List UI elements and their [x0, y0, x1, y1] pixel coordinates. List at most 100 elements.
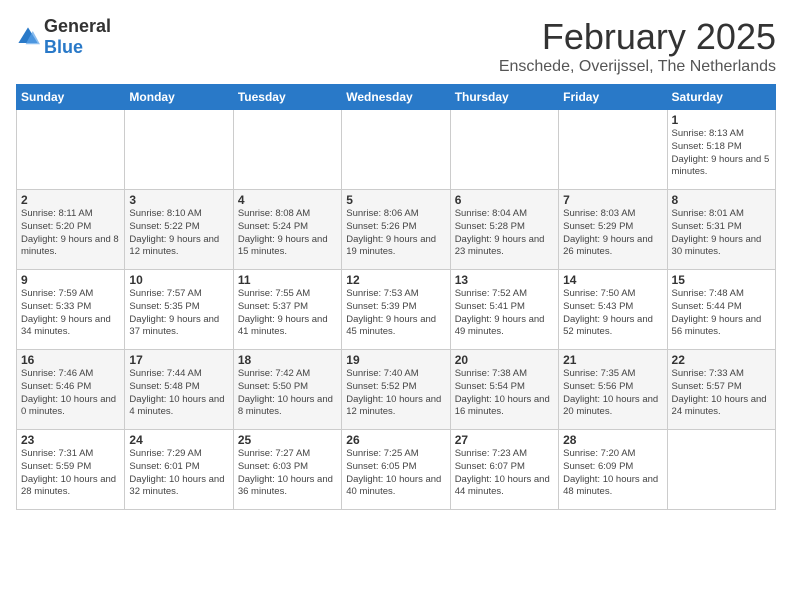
- logo-icon: [16, 25, 40, 49]
- week-row-4: 16Sunrise: 7:46 AM Sunset: 5:46 PM Dayli…: [17, 350, 776, 430]
- day-info: Sunrise: 7:27 AM Sunset: 6:03 PM Dayligh…: [238, 448, 337, 499]
- day-number: 25: [238, 433, 337, 447]
- day-number: 19: [346, 353, 445, 367]
- day-info: Sunrise: 7:46 AM Sunset: 5:46 PM Dayligh…: [21, 368, 120, 419]
- day-info: Sunrise: 8:10 AM Sunset: 5:22 PM Dayligh…: [129, 208, 228, 259]
- day-number: 7: [563, 193, 662, 207]
- calendar-cell: 26Sunrise: 7:25 AM Sunset: 6:05 PM Dayli…: [342, 430, 450, 510]
- day-info: Sunrise: 7:29 AM Sunset: 6:01 PM Dayligh…: [129, 448, 228, 499]
- day-info: Sunrise: 7:23 AM Sunset: 6:07 PM Dayligh…: [455, 448, 554, 499]
- day-number: 24: [129, 433, 228, 447]
- calendar-cell: [17, 110, 125, 190]
- day-info: Sunrise: 7:52 AM Sunset: 5:41 PM Dayligh…: [455, 288, 554, 339]
- day-number: 6: [455, 193, 554, 207]
- day-number: 14: [563, 273, 662, 287]
- week-row-1: 1Sunrise: 8:13 AM Sunset: 5:18 PM Daylig…: [17, 110, 776, 190]
- day-number: 3: [129, 193, 228, 207]
- day-info: Sunrise: 7:50 AM Sunset: 5:43 PM Dayligh…: [563, 288, 662, 339]
- day-info: Sunrise: 7:25 AM Sunset: 6:05 PM Dayligh…: [346, 448, 445, 499]
- calendar-cell: 19Sunrise: 7:40 AM Sunset: 5:52 PM Dayli…: [342, 350, 450, 430]
- weekday-header-monday: Monday: [125, 85, 233, 110]
- calendar-cell: 4Sunrise: 8:08 AM Sunset: 5:24 PM Daylig…: [233, 190, 341, 270]
- title-block: February 2025 Enschede, Overijssel, The …: [499, 16, 776, 76]
- calendar-cell: 25Sunrise: 7:27 AM Sunset: 6:03 PM Dayli…: [233, 430, 341, 510]
- day-info: Sunrise: 7:35 AM Sunset: 5:56 PM Dayligh…: [563, 368, 662, 419]
- location: Enschede, Overijssel, The Netherlands: [499, 58, 776, 76]
- day-info: Sunrise: 8:08 AM Sunset: 5:24 PM Dayligh…: [238, 208, 337, 259]
- day-number: 10: [129, 273, 228, 287]
- calendar-cell: 22Sunrise: 7:33 AM Sunset: 5:57 PM Dayli…: [667, 350, 775, 430]
- calendar-cell: 3Sunrise: 8:10 AM Sunset: 5:22 PM Daylig…: [125, 190, 233, 270]
- calendar-cell: [233, 110, 341, 190]
- day-number: 5: [346, 193, 445, 207]
- day-number: 8: [672, 193, 771, 207]
- calendar-cell: 5Sunrise: 8:06 AM Sunset: 5:26 PM Daylig…: [342, 190, 450, 270]
- calendar-cell: 8Sunrise: 8:01 AM Sunset: 5:31 PM Daylig…: [667, 190, 775, 270]
- weekday-header-thursday: Thursday: [450, 85, 558, 110]
- calendar-cell: [342, 110, 450, 190]
- calendar-cell: 11Sunrise: 7:55 AM Sunset: 5:37 PM Dayli…: [233, 270, 341, 350]
- calendar-cell: 10Sunrise: 7:57 AM Sunset: 5:35 PM Dayli…: [125, 270, 233, 350]
- calendar: SundayMondayTuesdayWednesdayThursdayFrid…: [16, 84, 776, 510]
- day-number: 15: [672, 273, 771, 287]
- day-number: 4: [238, 193, 337, 207]
- calendar-cell: 6Sunrise: 8:04 AM Sunset: 5:28 PM Daylig…: [450, 190, 558, 270]
- day-info: Sunrise: 7:44 AM Sunset: 5:48 PM Dayligh…: [129, 368, 228, 419]
- day-info: Sunrise: 7:48 AM Sunset: 5:44 PM Dayligh…: [672, 288, 771, 339]
- day-info: Sunrise: 7:42 AM Sunset: 5:50 PM Dayligh…: [238, 368, 337, 419]
- calendar-cell: 27Sunrise: 7:23 AM Sunset: 6:07 PM Dayli…: [450, 430, 558, 510]
- logo: General Blue: [16, 16, 111, 58]
- day-info: Sunrise: 7:57 AM Sunset: 5:35 PM Dayligh…: [129, 288, 228, 339]
- day-info: Sunrise: 7:40 AM Sunset: 5:52 PM Dayligh…: [346, 368, 445, 419]
- calendar-cell: 17Sunrise: 7:44 AM Sunset: 5:48 PM Dayli…: [125, 350, 233, 430]
- weekday-header-friday: Friday: [559, 85, 667, 110]
- day-info: Sunrise: 7:53 AM Sunset: 5:39 PM Dayligh…: [346, 288, 445, 339]
- week-row-5: 23Sunrise: 7:31 AM Sunset: 5:59 PM Dayli…: [17, 430, 776, 510]
- weekday-header-row: SundayMondayTuesdayWednesdayThursdayFrid…: [17, 85, 776, 110]
- calendar-cell: 23Sunrise: 7:31 AM Sunset: 5:59 PM Dayli…: [17, 430, 125, 510]
- day-number: 26: [346, 433, 445, 447]
- week-row-3: 9Sunrise: 7:59 AM Sunset: 5:33 PM Daylig…: [17, 270, 776, 350]
- logo-text-blue: Blue: [44, 37, 83, 57]
- day-number: 18: [238, 353, 337, 367]
- calendar-cell: 21Sunrise: 7:35 AM Sunset: 5:56 PM Dayli…: [559, 350, 667, 430]
- calendar-cell: 14Sunrise: 7:50 AM Sunset: 5:43 PM Dayli…: [559, 270, 667, 350]
- calendar-cell: 1Sunrise: 8:13 AM Sunset: 5:18 PM Daylig…: [667, 110, 775, 190]
- day-info: Sunrise: 8:11 AM Sunset: 5:20 PM Dayligh…: [21, 208, 120, 259]
- day-number: 27: [455, 433, 554, 447]
- day-number: 17: [129, 353, 228, 367]
- day-number: 20: [455, 353, 554, 367]
- page-header: General Blue February 2025 Enschede, Ove…: [16, 16, 776, 76]
- day-number: 9: [21, 273, 120, 287]
- weekday-header-sunday: Sunday: [17, 85, 125, 110]
- weekday-header-tuesday: Tuesday: [233, 85, 341, 110]
- day-info: Sunrise: 8:03 AM Sunset: 5:29 PM Dayligh…: [563, 208, 662, 259]
- month-title: February 2025: [499, 16, 776, 58]
- weekday-header-wednesday: Wednesday: [342, 85, 450, 110]
- day-info: Sunrise: 7:31 AM Sunset: 5:59 PM Dayligh…: [21, 448, 120, 499]
- day-number: 12: [346, 273, 445, 287]
- day-info: Sunrise: 8:13 AM Sunset: 5:18 PM Dayligh…: [672, 128, 771, 179]
- day-info: Sunrise: 8:06 AM Sunset: 5:26 PM Dayligh…: [346, 208, 445, 259]
- day-info: Sunrise: 8:04 AM Sunset: 5:28 PM Dayligh…: [455, 208, 554, 259]
- day-number: 23: [21, 433, 120, 447]
- day-info: Sunrise: 7:59 AM Sunset: 5:33 PM Dayligh…: [21, 288, 120, 339]
- calendar-cell: 18Sunrise: 7:42 AM Sunset: 5:50 PM Dayli…: [233, 350, 341, 430]
- day-number: 13: [455, 273, 554, 287]
- day-info: Sunrise: 7:20 AM Sunset: 6:09 PM Dayligh…: [563, 448, 662, 499]
- day-info: Sunrise: 7:38 AM Sunset: 5:54 PM Dayligh…: [455, 368, 554, 419]
- calendar-cell: 9Sunrise: 7:59 AM Sunset: 5:33 PM Daylig…: [17, 270, 125, 350]
- calendar-cell: [125, 110, 233, 190]
- calendar-cell: [450, 110, 558, 190]
- day-number: 22: [672, 353, 771, 367]
- calendar-cell: 12Sunrise: 7:53 AM Sunset: 5:39 PM Dayli…: [342, 270, 450, 350]
- day-info: Sunrise: 7:55 AM Sunset: 5:37 PM Dayligh…: [238, 288, 337, 339]
- calendar-cell: 2Sunrise: 8:11 AM Sunset: 5:20 PM Daylig…: [17, 190, 125, 270]
- weekday-header-saturday: Saturday: [667, 85, 775, 110]
- logo-text-general: General: [44, 16, 111, 36]
- day-number: 21: [563, 353, 662, 367]
- calendar-cell: 7Sunrise: 8:03 AM Sunset: 5:29 PM Daylig…: [559, 190, 667, 270]
- day-number: 1: [672, 113, 771, 127]
- calendar-cell: 20Sunrise: 7:38 AM Sunset: 5:54 PM Dayli…: [450, 350, 558, 430]
- calendar-cell: 16Sunrise: 7:46 AM Sunset: 5:46 PM Dayli…: [17, 350, 125, 430]
